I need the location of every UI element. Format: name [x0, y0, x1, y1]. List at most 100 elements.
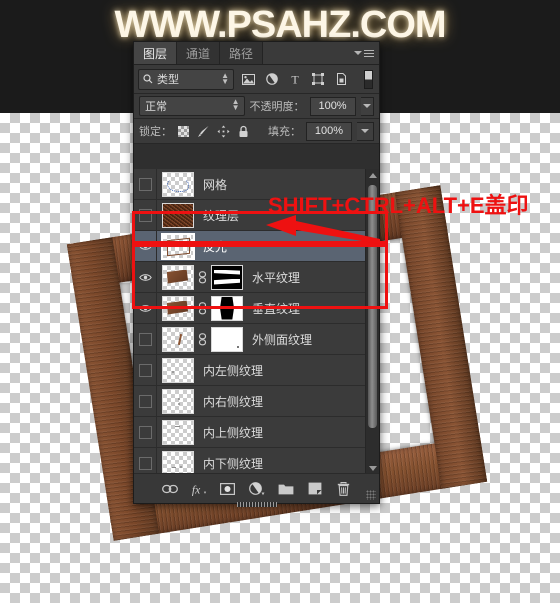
layer-mask-thumbnail[interactable] — [211, 264, 243, 290]
filter-kind-label: 类型 — [157, 74, 179, 86]
tab-channels[interactable]: 通道 — [177, 42, 221, 64]
scroll-up-arrow-icon[interactable] — [366, 169, 379, 181]
layer-thumbnail[interactable] — [162, 326, 194, 352]
table-row[interactable]: 内右侧纹理 — [134, 386, 379, 417]
eye-icon — [138, 304, 152, 312]
tab-paths-label: 路径 — [229, 46, 254, 61]
layer-name: 内右侧纹理 — [203, 394, 264, 409]
lock-all-icon[interactable] — [237, 125, 250, 138]
layer-name: 内上侧纹理 — [203, 425, 264, 440]
tab-layers[interactable]: 图层 — [134, 42, 178, 64]
filter-kind-select[interactable]: 类型 ▲ ▼ — [138, 68, 234, 90]
add-layer-mask-button[interactable] — [220, 481, 236, 497]
type-layer-filter-icon[interactable]: T — [286, 71, 303, 88]
mask-link-icon[interactable] — [197, 301, 208, 315]
new-group-button[interactable] — [278, 481, 294, 497]
blend-mode-row: 正常 ▲ ▼ 不透明度： 100% — [134, 94, 379, 119]
fill-dropdown-icon[interactable] — [357, 121, 374, 141]
site-watermark: WWW.PSAHZ.COM — [114, 4, 446, 46]
adjustment-layer-filter-icon[interactable] — [263, 71, 280, 88]
layer-visibility-toggle[interactable] — [134, 448, 157, 474]
fill-value[interactable]: 100% — [306, 121, 352, 141]
layer-visibility-toggle[interactable] — [134, 262, 157, 292]
blend-mode-select[interactable]: 正常 ▲ ▼ — [139, 96, 245, 116]
new-layer-button[interactable] — [307, 481, 323, 497]
layer-thumbnail[interactable] — [162, 388, 194, 414]
search-icon — [143, 74, 153, 84]
layer-name: 网格 — [203, 177, 228, 192]
blend-mode-stepper-icon[interactable]: ▲ ▼ — [232, 98, 240, 112]
visibility-off-box-icon — [138, 425, 152, 439]
fill-label: 填充： — [268, 126, 301, 138]
blend-mode-value: 正常 — [145, 101, 167, 113]
table-row[interactable]: 外侧面纹理 — [134, 324, 379, 355]
table-row[interactable]: 垂直纹理 — [134, 293, 379, 324]
filter-enable-toggle[interactable] — [364, 69, 373, 89]
lock-icon-group — [177, 125, 250, 138]
svg-text:fx: fx — [191, 484, 200, 496]
layer-filter-row: 类型 ▲ ▼ T — [134, 65, 379, 94]
layers-panel[interactable]: 图层 通道 路径 类型 ▲ ▼ T 正常 ▲ ▼ 不透明度： 100% 锁定： … — [133, 41, 380, 507]
layer-thumbnail[interactable] — [162, 419, 194, 445]
lock-image-pixels-icon[interactable] — [197, 125, 210, 138]
layer-visibility-toggle[interactable] — [134, 231, 157, 261]
adjustment-layer-button[interactable] — [248, 481, 265, 497]
layer-thumbnail[interactable] — [162, 295, 194, 321]
lock-position-icon[interactable] — [217, 125, 230, 138]
lock-transparent-pixels-icon[interactable] — [177, 125, 190, 138]
visibility-off-box-icon — [138, 177, 152, 191]
table-row[interactable]: 内上侧纹理 — [134, 417, 379, 448]
opacity-dropdown-icon[interactable] — [360, 96, 374, 116]
layer-style-button[interactable]: fx — [191, 481, 207, 497]
layer-mask-thumbnail[interactable] — [211, 295, 243, 321]
visibility-off-box-icon — [138, 363, 152, 377]
panel-bottom-grip[interactable] — [236, 502, 277, 507]
lock-row: 锁定： 填充： 100% — [134, 119, 379, 144]
filter-kind-stepper-icon[interactable]: ▲ ▼ — [221, 71, 229, 85]
smart-object-filter-icon[interactable] — [332, 71, 349, 88]
layer-name: 垂直纹理 — [252, 301, 301, 316]
lock-label: 锁定： — [139, 126, 172, 138]
annotation-shortcut-text: SHIFT+CTRL+ALT+E盖印 — [268, 193, 529, 218]
layer-name: 内左侧纹理 — [203, 363, 264, 378]
eye-icon — [138, 273, 152, 281]
delete-layer-button[interactable] — [336, 481, 352, 497]
layer-visibility-toggle[interactable] — [134, 293, 157, 323]
layer-thumbnail[interactable] — [162, 171, 194, 197]
shape-layer-filter-icon[interactable] — [309, 71, 326, 88]
layer-thumbnail[interactable] — [161, 232, 195, 260]
pixel-layer-filter-icon[interactable] — [240, 71, 257, 88]
mask-link-icon[interactable] — [197, 270, 208, 284]
layer-thumbnail[interactable] — [162, 264, 194, 290]
layer-visibility-toggle[interactable] — [134, 386, 157, 416]
layer-name: 纹理层 — [203, 208, 240, 223]
panel-menu-bars-icon — [364, 48, 374, 59]
layer-name: 外侧面纹理 — [252, 332, 313, 347]
table-row[interactable]: 内左侧纹理 — [134, 355, 379, 386]
layer-visibility-toggle[interactable] — [134, 200, 157, 230]
layer-mask-thumbnail[interactable] — [211, 326, 243, 352]
eye-icon — [138, 242, 152, 250]
layer-visibility-toggle[interactable] — [134, 169, 157, 199]
layer-visibility-toggle[interactable] — [134, 355, 157, 385]
panel-resize-grip[interactable] — [366, 490, 376, 500]
table-row[interactable]: 水平纹理 — [134, 262, 379, 293]
layer-thumbnail[interactable] — [162, 357, 194, 383]
layer-thumbnail[interactable] — [162, 202, 194, 228]
tab-channels-label: 通道 — [186, 46, 211, 61]
mask-link-icon[interactable] — [197, 332, 208, 346]
opacity-label: 不透明度： — [249, 101, 305, 113]
link-layers-button[interactable] — [161, 481, 178, 497]
tab-paths[interactable]: 路径 — [220, 42, 264, 64]
layer-name: 内下侧纹理 — [203, 456, 264, 471]
layer-visibility-toggle[interactable] — [134, 417, 157, 447]
opacity-value[interactable]: 100% — [309, 96, 356, 116]
panel-menu-icon[interactable] — [354, 46, 374, 60]
table-row[interactable]: 内下侧纹理 — [134, 448, 379, 474]
layers-panel-footer: fx — [134, 473, 379, 507]
layer-thumbnail[interactable] — [162, 450, 194, 474]
tab-layers-label: 图层 — [143, 46, 168, 61]
layer-visibility-toggle[interactable] — [134, 324, 157, 354]
layer-name: 水平纹理 — [252, 270, 301, 285]
visibility-off-box-icon — [138, 456, 152, 470]
